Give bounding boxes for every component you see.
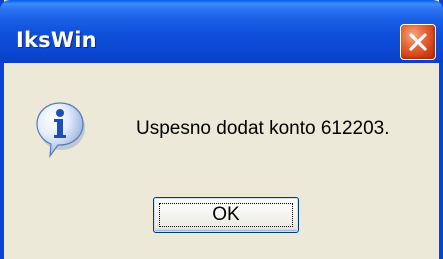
message-dialog: IksWin Uspesno dodat konto 612203. OK bbox=[0, 0, 443, 259]
ok-button-label: OK bbox=[212, 204, 240, 225]
close-button[interactable] bbox=[400, 24, 436, 60]
title-bar[interactable]: IksWin bbox=[0, 0, 443, 63]
information-icon bbox=[34, 100, 86, 160]
dialog-message: Uspesno dodat konto 612203. bbox=[136, 118, 390, 139]
ok-button[interactable]: OK bbox=[153, 197, 299, 233]
close-icon bbox=[409, 33, 427, 51]
window-title: IksWin bbox=[16, 28, 97, 52]
